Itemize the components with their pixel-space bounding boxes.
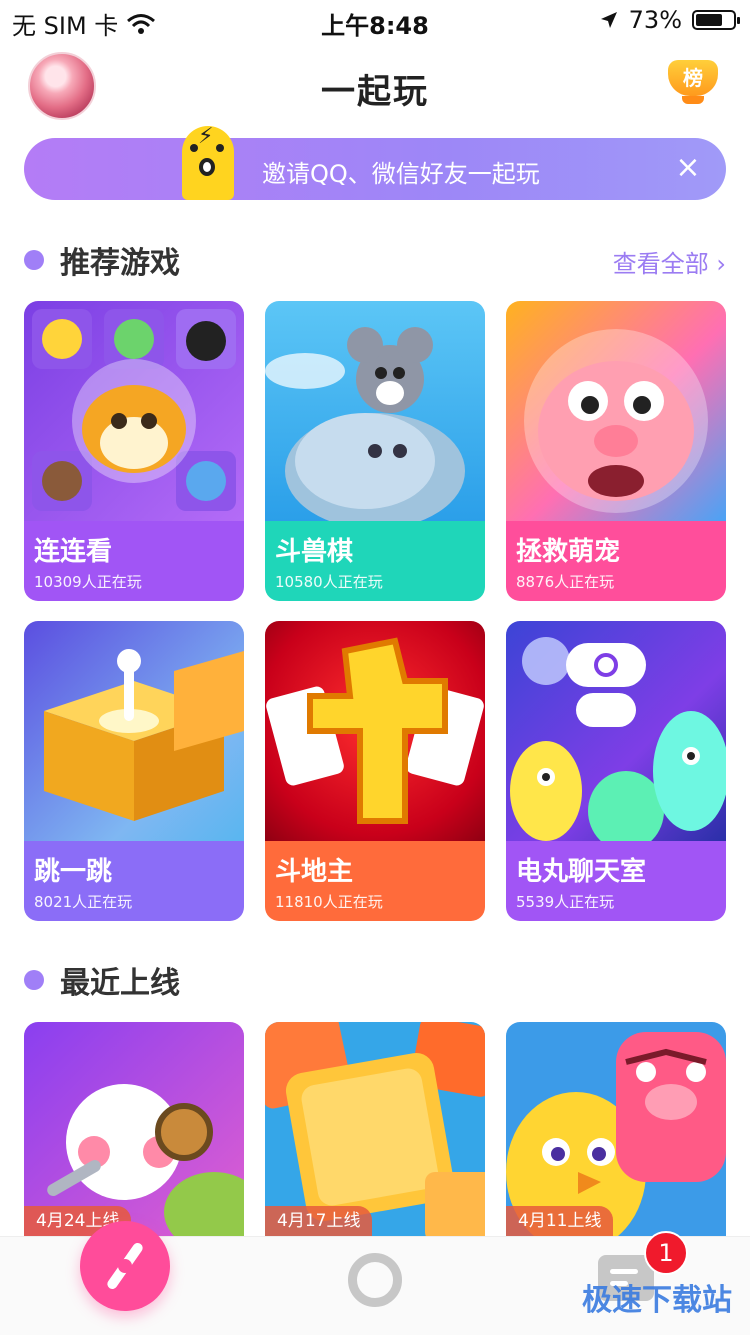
game-info: 斗兽棋 10580人正在玩	[265, 521, 485, 601]
game-card-dianwanliaotianshi[interactable]: 电丸聊天室 5539人正在玩	[506, 621, 726, 921]
lianliankan-art	[32, 309, 236, 511]
invite-banner[interactable]: ⚡ 邀请QQ、微信好友一起玩 ×	[24, 126, 726, 200]
dianwanliaotianshi-art	[510, 637, 726, 851]
game-art	[506, 301, 726, 521]
doushouqi-art	[265, 327, 465, 529]
watermark: 极速下载站	[582, 1283, 732, 1318]
message-icon-line	[610, 1269, 638, 1274]
game-art	[265, 301, 485, 529]
section-title: 最近上线	[60, 966, 180, 1001]
launch-date-badge: 4月11上线	[506, 1206, 614, 1236]
game-name: 连连看	[34, 537, 113, 567]
player-count: 8876人正在玩	[516, 573, 615, 591]
recent-game-card-2[interactable]: 4月17上线	[265, 1022, 485, 1236]
battery-icon	[692, 10, 740, 30]
trophy-icon: 榜	[668, 60, 718, 96]
game-name: 电丸聊天室	[516, 857, 647, 887]
bottom-tab-bar: 1 极速下载站	[0, 1221, 750, 1335]
battery-percent: 73%	[628, 6, 682, 34]
trophy-base	[682, 96, 704, 104]
recent-game-card-1[interactable]: 4月24上线	[24, 1022, 244, 1236]
recommended-header: 推荐游戏 查看全部 ›	[24, 238, 726, 281]
game-art	[265, 621, 485, 841]
message-badge: 1	[644, 1231, 688, 1275]
tab-play[interactable]	[348, 1253, 402, 1307]
status-bar: 无 SIM 卡 上午8:48 73%	[0, 0, 750, 40]
game-name: 跳一跳	[34, 857, 113, 887]
game-info: 电丸聊天室 5539人正在玩	[506, 841, 726, 921]
game-info: 跳一跳 8021人正在玩	[24, 841, 244, 921]
page-title: 一起玩	[321, 72, 429, 112]
status-right: 73%	[599, 6, 740, 34]
game-art	[506, 621, 726, 851]
game-info: 斗地主 11810人正在玩	[265, 841, 485, 921]
close-banner-button[interactable]: ×	[670, 150, 706, 186]
lightning-icon: ⚡	[198, 124, 214, 149]
game-card-doushouqi[interactable]: 斗兽棋 10580人正在玩	[265, 301, 485, 601]
recent-game-card-3[interactable]: 4月11上线	[506, 1022, 726, 1236]
section-dot	[24, 250, 44, 270]
player-count: 10580人正在玩	[275, 573, 383, 591]
game-name: 斗兽棋	[275, 537, 354, 567]
recent-art-3	[506, 1022, 726, 1236]
leaderboard-label: 榜	[683, 66, 703, 90]
player-count: 8021人正在玩	[34, 893, 133, 911]
launch-date-badge: 4月17上线	[265, 1206, 373, 1236]
recent-art-2	[265, 1022, 485, 1236]
player-count: 5539人正在玩	[516, 893, 615, 911]
battery-fill	[696, 14, 723, 26]
recent-header: 最近上线	[24, 958, 726, 1001]
tab-discover[interactable]	[80, 1221, 170, 1311]
recent-art-1	[24, 1022, 244, 1236]
game-art	[24, 301, 244, 521]
game-name: 拯救萌宠	[516, 537, 621, 567]
game-card-tiaoyitiao[interactable]: 跳一跳 8021人正在玩	[24, 621, 244, 921]
view-all-link[interactable]: 查看全部 ›	[613, 244, 726, 279]
game-card-doudizhu[interactable]: 斗地主 11810人正在玩	[265, 621, 485, 921]
game-info: 拯救萌宠 8876人正在玩	[506, 521, 726, 601]
section-title: 推荐游戏	[60, 246, 180, 281]
game-info: 连连看 10309人正在玩	[24, 521, 244, 601]
top-header: 一起玩 榜	[0, 46, 750, 122]
tiaoyitiao-art	[44, 649, 244, 821]
game-card-lianliankan[interactable]: 连连看 10309人正在玩	[24, 301, 244, 601]
leaderboard-button[interactable]: 榜	[668, 60, 718, 106]
doudizhu-art	[266, 637, 484, 824]
game-card-zhengjiumengchong[interactable]: 拯救萌宠 8876人正在玩	[506, 301, 726, 601]
game-name: 斗地主	[275, 857, 354, 887]
section-dot	[24, 970, 44, 990]
location-arrow-icon	[600, 12, 617, 28]
compass-hub	[118, 1259, 132, 1273]
invite-text: 邀请QQ、微信好友一起玩	[262, 160, 540, 188]
game-art	[24, 621, 244, 841]
zhengjiumengchong-art	[524, 329, 708, 513]
player-count: 10309人正在玩	[34, 573, 142, 591]
player-count: 11810人正在玩	[275, 893, 383, 911]
